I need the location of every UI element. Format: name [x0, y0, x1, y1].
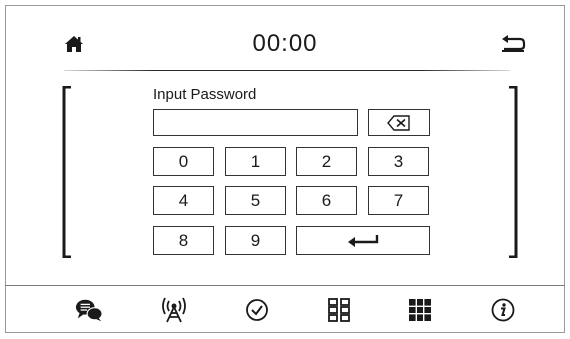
key-5[interactable]: 5 [225, 186, 286, 215]
key-6[interactable]: 6 [296, 186, 357, 215]
enter-button[interactable] [296, 226, 430, 255]
key-8[interactable]: 8 [153, 226, 214, 255]
header-divider [64, 70, 510, 71]
right-bracket [509, 86, 518, 258]
password-prompt: Input Password [153, 86, 257, 103]
footer-bar [5, 286, 565, 333]
password-input[interactable] [153, 109, 358, 136]
key-9[interactable]: 9 [225, 226, 286, 255]
back-arrow-icon[interactable] [500, 35, 526, 53]
enter-icon [348, 234, 379, 247]
antenna-icon[interactable] [160, 296, 188, 324]
backspace-icon [387, 114, 410, 131]
key-1[interactable]: 1 [225, 147, 286, 176]
header: 00:00 [0, 0, 570, 74]
left-bracket [62, 86, 71, 258]
key-2[interactable]: 2 [296, 147, 357, 176]
tiles-grid-icon[interactable] [406, 296, 434, 324]
info-icon[interactable] [489, 296, 517, 324]
clock: 00:00 [252, 30, 318, 57]
key-3[interactable]: 3 [368, 147, 429, 176]
key-0[interactable]: 0 [153, 147, 214, 176]
backspace-button[interactable] [368, 109, 430, 136]
apps-grid-icon[interactable] [325, 296, 353, 324]
key-7[interactable]: 7 [368, 186, 429, 215]
key-4[interactable]: 4 [153, 186, 214, 215]
chat-icon[interactable] [75, 296, 103, 324]
check-circle-icon[interactable] [243, 296, 271, 324]
